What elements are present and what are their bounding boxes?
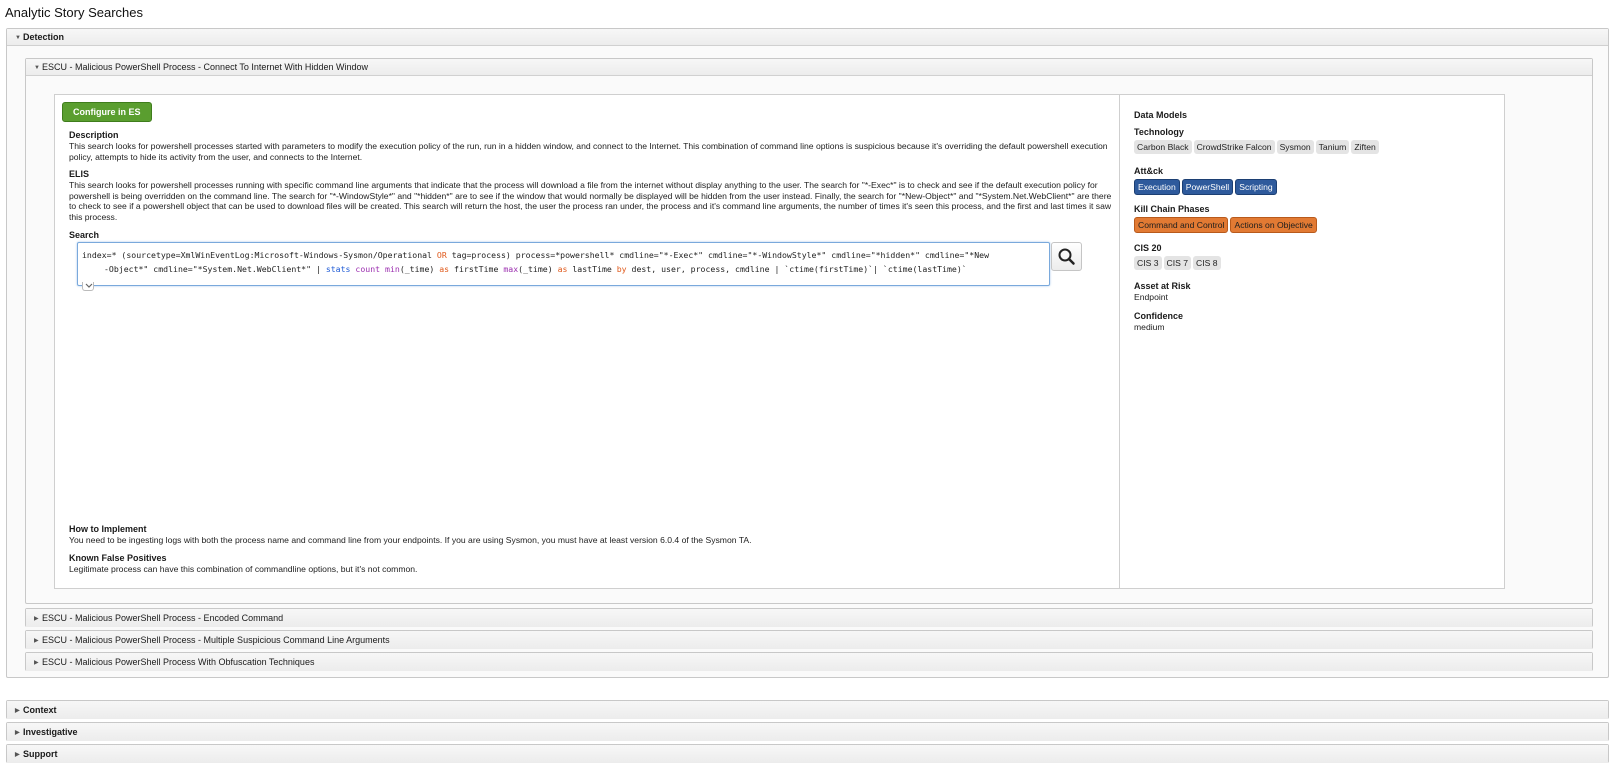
tag-technology: CrowdStrike Falcon bbox=[1193, 140, 1275, 154]
caret-right-icon: ▶ bbox=[34, 616, 39, 622]
search-item-header[interactable]: ▼ ESCU - Malicious PowerShell Process - C… bbox=[26, 59, 1592, 76]
caret-right-icon: ▶ bbox=[15, 752, 20, 758]
detection-section-label: Detection bbox=[23, 32, 65, 42]
false-positives-label: Known False Positives bbox=[69, 553, 167, 563]
expand-editor-toggle[interactable] bbox=[82, 282, 94, 291]
query-line-2: -Object*" cmdline="*System.Net.WebClient… bbox=[104, 264, 967, 274]
search-item-encoded-command: ▶ ESCU - Malicious PowerShell Process - E… bbox=[25, 608, 1593, 627]
support-section: ▶ Support bbox=[6, 744, 1609, 763]
query-line-1: index=* (sourcetype=XmlWinEventLog:Micro… bbox=[82, 250, 990, 260]
investigative-section-header[interactable]: ▶ Investigative bbox=[7, 723, 1608, 741]
tag-attack: Execution bbox=[1134, 179, 1180, 195]
configure-in-es-button[interactable]: Configure in ES bbox=[62, 102, 152, 122]
caret-right-icon: ▶ bbox=[15, 708, 20, 714]
function-min: min bbox=[385, 264, 400, 274]
metadata-panel: Data Models Technology Carbon Black Crowd… bbox=[1119, 94, 1505, 589]
tag-technology: Tanium bbox=[1315, 140, 1350, 154]
false-positives-text: Legitimate process can have this combina… bbox=[69, 564, 418, 574]
tag-technology: Sysmon bbox=[1276, 140, 1314, 154]
confidence-value: medium bbox=[1134, 322, 1165, 332]
context-section-label: Context bbox=[23, 705, 57, 715]
search-query-editor[interactable]: index=* (sourcetype=XmlWinEventLog:Micro… bbox=[77, 242, 1050, 286]
attack-tags: Execution PowerShell Scripting bbox=[1134, 177, 1494, 195]
search-item-open: ▼ ESCU - Malicious PowerShell Process - C… bbox=[25, 58, 1593, 604]
tag-attack: Scripting bbox=[1235, 179, 1277, 195]
search-item-header[interactable]: ▶ ESCU - Malicious PowerShell Process - E… bbox=[26, 609, 1592, 627]
context-section: ▶ Context bbox=[6, 700, 1609, 719]
kill-chain-tags: Command and Control Actions on Objective bbox=[1134, 215, 1494, 233]
caret-right-icon: ▶ bbox=[34, 638, 39, 644]
tag-cis: CIS 8 bbox=[1193, 256, 1221, 270]
investigative-section-label: Investigative bbox=[23, 727, 78, 737]
tag-kill-chain: Actions on Objective bbox=[1230, 217, 1317, 233]
tag-attack: PowerShell bbox=[1181, 179, 1234, 195]
search-item-title: ESCU - Malicious PowerShell Process - En… bbox=[42, 613, 284, 623]
function-count: count bbox=[355, 264, 381, 274]
command-stats: stats bbox=[325, 264, 351, 274]
support-section-header[interactable]: ▶ Support bbox=[7, 745, 1608, 763]
caret-right-icon: ▶ bbox=[34, 660, 39, 666]
page-title: Analytic Story Searches bbox=[5, 5, 144, 20]
tag-kill-chain: Command and Control bbox=[1134, 217, 1229, 233]
kill-chain-label: Kill Chain Phases bbox=[1134, 204, 1210, 214]
detection-section: ▼ Detection ▼ ESCU - Malicious PowerShell … bbox=[6, 28, 1609, 678]
search-label: Search bbox=[69, 230, 100, 240]
elis-label: ELIS bbox=[69, 169, 90, 179]
search-item-title: ESCU - Malicious PowerShell Process - Co… bbox=[42, 62, 368, 72]
run-search-button[interactable] bbox=[1051, 242, 1082, 271]
description-text: This search looks for powershell process… bbox=[69, 141, 1108, 162]
tag-cis: CIS 7 bbox=[1163, 256, 1191, 270]
data-models-label: Data Models bbox=[1134, 110, 1188, 120]
tag-technology: Carbon Black bbox=[1134, 140, 1192, 154]
search-item-title: ESCU - Malicious PowerShell Process - Mu… bbox=[42, 635, 390, 645]
tag-cis: CIS 3 bbox=[1134, 256, 1162, 270]
keyword-by: by bbox=[616, 264, 627, 274]
keyword-as: as bbox=[439, 264, 450, 274]
technology-label: Technology bbox=[1134, 127, 1184, 137]
technology-tags: Carbon Black CrowdStrike Falcon Sysmon Tani… bbox=[1134, 138, 1494, 154]
search-item-multiple-args: ▶ ESCU - Malicious PowerShell Process - M… bbox=[25, 630, 1593, 649]
search-icon bbox=[1058, 248, 1075, 265]
search-item-header[interactable]: ▶ ESCU - Malicious PowerShell Process Wit… bbox=[26, 653, 1592, 671]
tag-technology: Ziften bbox=[1351, 140, 1379, 154]
caret-right-icon: ▶ bbox=[15, 730, 20, 736]
search-item-obfuscation: ▶ ESCU - Malicious PowerShell Process Wit… bbox=[25, 652, 1593, 671]
description-label: Description bbox=[69, 130, 119, 140]
confidence-label: Confidence bbox=[1134, 311, 1184, 321]
keyword-as: as bbox=[557, 264, 568, 274]
asset-at-risk-value: Endpoint bbox=[1134, 292, 1168, 302]
caret-down-icon: ▼ bbox=[34, 65, 40, 71]
cis-tags: CIS 3 CIS 7 CIS 8 bbox=[1134, 254, 1494, 270]
chevron-down-icon bbox=[85, 283, 93, 288]
how-to-implement-label: How to Implement bbox=[69, 524, 147, 534]
caret-down-icon: ▼ bbox=[15, 35, 21, 41]
context-section-header[interactable]: ▶ Context bbox=[7, 701, 1608, 719]
support-section-label: Support bbox=[23, 749, 58, 759]
search-item-title: ESCU - Malicious PowerShell Process With… bbox=[42, 657, 315, 667]
attack-label: Att&ck bbox=[1134, 166, 1164, 176]
search-item-header[interactable]: ▶ ESCU - Malicious PowerShell Process - M… bbox=[26, 631, 1592, 649]
cis-label: CIS 20 bbox=[1134, 243, 1162, 253]
how-to-implement-text: You need to be ingesting logs with both … bbox=[69, 535, 752, 545]
detection-section-header[interactable]: ▼ Detection bbox=[7, 29, 1608, 46]
search-detail-panel: Configure in ES Description This search … bbox=[54, 94, 1134, 589]
elis-text: This search looks for powershell process… bbox=[69, 180, 1112, 222]
asset-at-risk-label: Asset at Risk bbox=[1134, 281, 1191, 291]
keyword-or: OR bbox=[436, 250, 447, 260]
function-max: max bbox=[503, 264, 519, 274]
investigative-section: ▶ Investigative bbox=[6, 722, 1609, 741]
